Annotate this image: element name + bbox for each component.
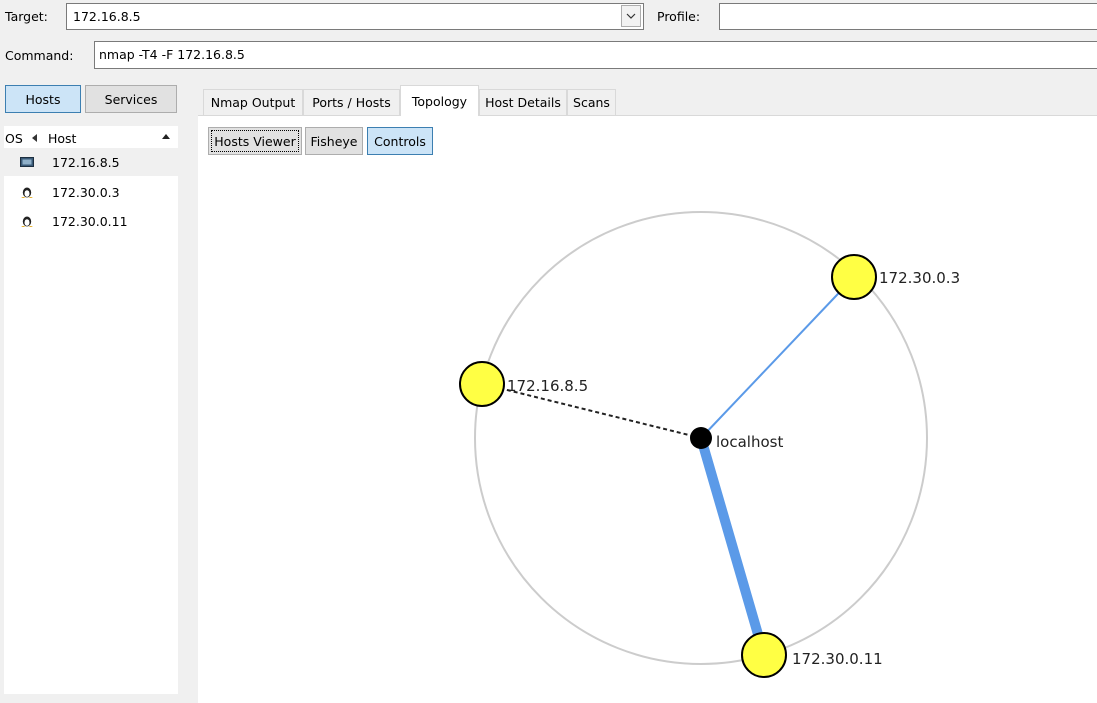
command-input[interactable]: nmap -T4 -F 172.16.8.5 (94, 41, 1097, 69)
tab-scans[interactable]: Scans (567, 89, 616, 115)
hosts-toggle-button[interactable]: Hosts (5, 85, 81, 113)
host-list-header: OS Host (4, 126, 178, 148)
host-node-172-16-8-5[interactable] (459, 361, 505, 407)
edge-to-172-30-0-11 (696, 436, 769, 657)
target-input[interactable]: 172.16.8.5 (66, 3, 644, 30)
host-name: 172.16.8.5 (52, 154, 120, 170)
edge-to-172-30-0-3 (700, 276, 855, 439)
host-node-172-30-0-3[interactable] (831, 254, 877, 300)
tab-host-details[interactable]: Host Details (479, 89, 567, 115)
host-name: 172.30.0.11 (52, 213, 128, 229)
target-label: Target: (5, 9, 48, 24)
services-toggle-button[interactable]: Services (85, 85, 177, 113)
target-dropdown-button[interactable] (621, 5, 641, 27)
caret-left-icon (32, 134, 37, 142)
command-label: Command: (5, 48, 74, 63)
linux-penguin-icon (21, 187, 33, 198)
host-row[interactable]: 172.30.0.3 (4, 178, 178, 206)
host-column-header[interactable]: Host (48, 131, 76, 146)
node-label: 172.30.0.3 (879, 269, 960, 287)
sort-ascending-icon (162, 134, 170, 139)
localhost-node[interactable] (690, 427, 712, 449)
tab-nmap-output[interactable]: Nmap Output (203, 89, 303, 115)
host-row[interactable]: 172.30.0.11 (4, 207, 178, 235)
os-column-header[interactable]: OS (5, 131, 23, 146)
host-name: 172.30.0.3 (52, 184, 120, 200)
controls-button[interactable]: Controls (367, 127, 433, 155)
profile-combo[interactable] (719, 3, 1097, 30)
linux-penguin-icon (21, 216, 33, 227)
host-list-panel: OS Host 172.16.8.5 172.30.0.3 172.30.0.1… (4, 126, 178, 694)
profile-label: Profile: (657, 9, 701, 24)
tab-ports-hosts[interactable]: Ports / Hosts (303, 89, 400, 115)
node-label: 172.16.8.5 (507, 377, 588, 395)
hosts-viewer-button[interactable]: Hosts Viewer (208, 127, 302, 155)
topology-graph[interactable]: 172.30.0.3 172.16.8.5 172.30.0.11 localh… (198, 155, 1097, 702)
tab-topology[interactable]: Topology (400, 85, 479, 116)
chevron-down-icon (626, 13, 636, 19)
localhost-label: localhost (716, 433, 783, 451)
host-row[interactable]: 172.16.8.5 (4, 148, 178, 176)
node-label: 172.30.0.11 (792, 650, 883, 668)
unknown-os-icon (20, 157, 34, 167)
fisheye-button[interactable]: Fisheye (305, 127, 363, 155)
host-node-172-30-0-11[interactable] (741, 632, 787, 678)
host-list-footer (4, 694, 178, 702)
